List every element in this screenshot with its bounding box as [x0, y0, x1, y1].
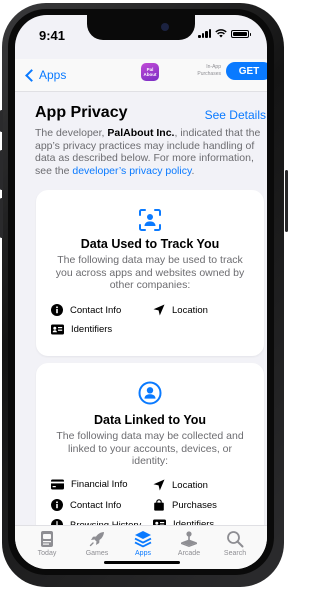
- data-type-label: Contact Info: [70, 499, 122, 511]
- home-indicator[interactable]: [104, 561, 180, 564]
- layers-icon: [134, 531, 152, 548]
- tab-label: Arcade: [177, 550, 201, 557]
- tab-apps[interactable]: Apps: [121, 530, 165, 557]
- linked-card-description: The following data may be collected and …: [56, 430, 244, 467]
- data-type-label: Identifiers: [71, 324, 113, 335]
- see-details-link[interactable]: See Details: [205, 108, 266, 122]
- volume-up-button: [0, 150, 3, 190]
- list-item: Location: [153, 479, 208, 491]
- data-type-label: Financial Info: [71, 479, 128, 490]
- location-arrow-icon: [153, 304, 165, 316]
- shopping-bag-icon: [154, 499, 164, 511]
- tab-today[interactable]: Today: [25, 530, 69, 557]
- data-type-label: Contact Info: [70, 304, 122, 316]
- list-item: Financial Info: [51, 479, 128, 490]
- back-label: Apps: [39, 68, 67, 82]
- tab-label: Apps: [135, 550, 151, 557]
- tracking-person-icon: [139, 209, 161, 231]
- person-circle-icon: [138, 381, 162, 405]
- list-item: Contact Info: [51, 304, 121, 316]
- list-item: Purchases: [153, 499, 217, 511]
- credit-card-icon: [51, 479, 64, 490]
- intro-prefix: The developer,: [35, 127, 108, 139]
- tab-games[interactable]: Games: [75, 530, 119, 557]
- side-button: [285, 170, 288, 232]
- nav-bar: Apps Pal About In-App Purchases GET: [15, 59, 267, 92]
- data-type-label: Purchases: [172, 499, 217, 511]
- chevron-left-icon: [25, 68, 38, 82]
- track-card-description: The following data may be used to track …: [55, 254, 245, 291]
- today-icon: [41, 531, 53, 547]
- tab-label: Today: [37, 550, 57, 557]
- back-button[interactable]: Apps: [25, 68, 66, 82]
- wifi-icon: [215, 29, 227, 38]
- privacy-policy-link[interactable]: developer’s privacy policy: [72, 165, 191, 177]
- volume-down-button: [0, 198, 3, 238]
- track-card: Data Used to Track You The following dat…: [36, 190, 264, 356]
- tab-label: Games: [85, 550, 109, 557]
- intro-text: The developer, PalAbout Inc., indicated …: [35, 127, 267, 177]
- status-time: 9:41: [39, 28, 66, 43]
- page-title: App Privacy: [35, 104, 128, 121]
- intro-suffix: .: [191, 164, 195, 177]
- linked-card-title: Data Linked to You: [93, 413, 207, 427]
- rocket-icon: [89, 532, 104, 547]
- mute-switch: [0, 110, 3, 132]
- id-card-icon: [51, 324, 64, 335]
- list-item: Identifiers: [51, 324, 112, 335]
- linked-card: Data Linked to You The following data ma…: [36, 363, 264, 532]
- info-icon: [51, 499, 63, 511]
- tab-search[interactable]: Search: [213, 530, 257, 557]
- info-icon: [51, 304, 63, 316]
- joystick-icon: [181, 531, 197, 547]
- get-button[interactable]: GET: [226, 62, 267, 80]
- location-arrow-icon: [153, 479, 165, 491]
- phone-screen: 9:41 Apps Pal About In-App Purchases GET…: [15, 15, 267, 569]
- data-type-label: Location: [172, 304, 208, 316]
- notch: [87, 15, 195, 40]
- list-item: Location: [153, 304, 208, 316]
- status-icons: [198, 29, 251, 38]
- tab-label: Search: [223, 550, 247, 557]
- app-icon: Pal About: [141, 63, 159, 81]
- list-item: Contact Info: [51, 499, 121, 511]
- track-card-title: Data Used to Track You: [80, 237, 220, 251]
- tab-arcade[interactable]: Arcade: [167, 530, 211, 557]
- privacy-content[interactable]: App Privacy See Details The developer, P…: [15, 92, 267, 532]
- search-icon: [227, 531, 244, 548]
- signal-icon: [198, 29, 211, 38]
- data-type-label: Location: [172, 479, 208, 491]
- developer-name: PalAbout Inc.: [107, 127, 175, 139]
- battery-icon: [231, 29, 251, 38]
- camera-icon: [161, 23, 169, 31]
- in-app-purchases-label: In-App Purchases: [197, 64, 221, 77]
